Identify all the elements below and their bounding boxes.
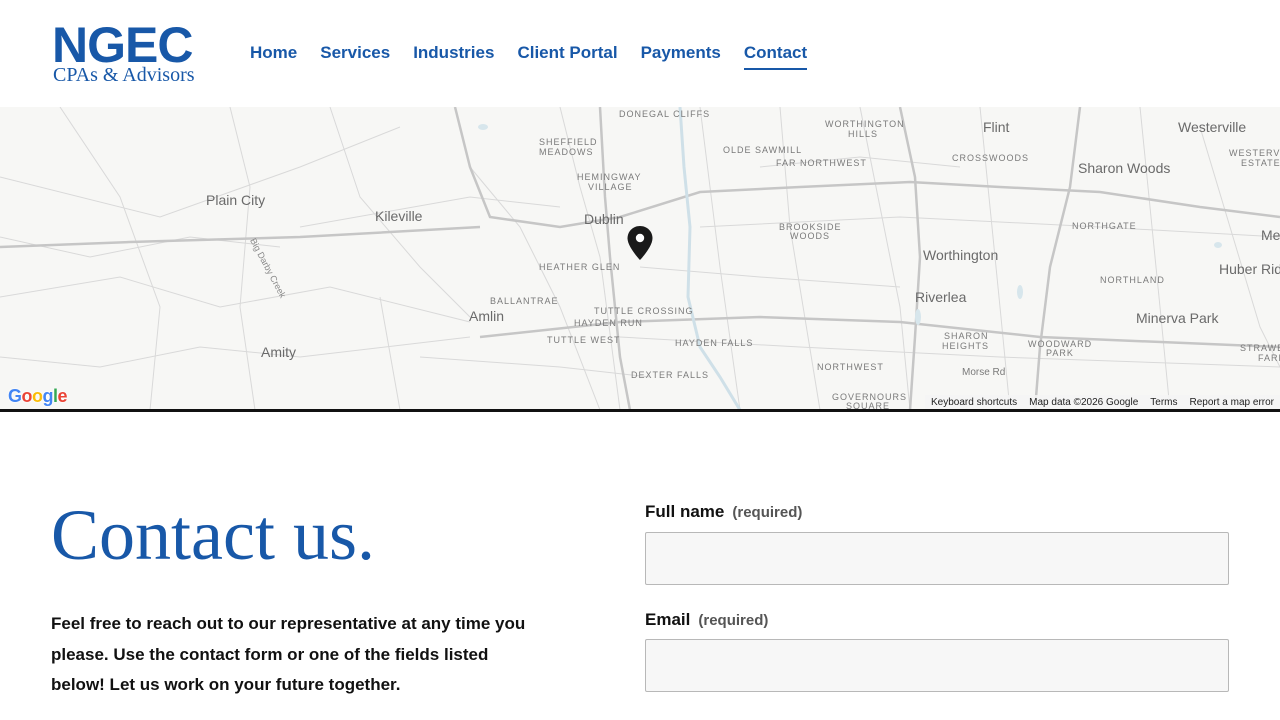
map-label-woodward-park-2: PARK (1046, 348, 1074, 358)
map-label-tuttle-west: TUTTLE WEST (547, 335, 621, 345)
map-label-northwest: NORTHWEST (817, 362, 884, 372)
full-name-input[interactable] (645, 532, 1229, 585)
map-label-donegal-cliffs: DONEGAL CLIFFS (619, 109, 711, 119)
map-label-northland: NORTHLAND (1100, 275, 1165, 285)
map-label-northgate: NORTHGATE (1072, 221, 1137, 231)
map-label-sheffield: SHEFFIELD (539, 137, 598, 147)
map-label-me: Me (1261, 227, 1280, 243)
logo-wordmark: NGEC (52, 17, 193, 73)
map-label-amity: Amity (261, 344, 296, 360)
map-label-village: VILLAGE (588, 182, 633, 192)
map-label-kileville: Kileville (375, 208, 423, 224)
email-label-text: Email (645, 610, 691, 629)
intro-text: Feel free to reach out to our representa… (51, 614, 526, 694)
map-label-dublin: Dublin (584, 211, 624, 227)
main-nav: Home Services Industries Client Portal P… (250, 42, 830, 70)
email-label: Email (required) (645, 609, 768, 632)
keyboard-shortcuts-link[interactable]: Keyboard shortcuts (931, 397, 1017, 408)
map-label-worthington-hills-1: WORTHINGTON (825, 119, 905, 129)
map-label-sharon-heights-2: HEIGHTS (942, 341, 990, 351)
map-label-riverlea: Riverlea (915, 289, 967, 305)
logo-tagline: CPAs & Advisors (53, 64, 195, 86)
map-pin-icon[interactable] (626, 225, 654, 261)
map-label-woods: WOODS (790, 231, 830, 241)
map-label-flint: Flint (983, 119, 1010, 135)
nav-contact[interactable]: Contact (743, 42, 808, 70)
map-label-olde-sawmill: OLDE SAWMILL (723, 145, 803, 155)
report-map-error-link[interactable]: Report a map error (1190, 397, 1274, 408)
map-label-westerville-estates-1: WESTERVI (1229, 148, 1280, 158)
map-label-huber-ridge: Huber Rid (1219, 261, 1280, 277)
map-label-worthington-hills-2: HILLS (848, 129, 879, 139)
nav-home[interactable]: Home (250, 42, 297, 70)
map-label-hayden-run: HAYDEN RUN (574, 318, 643, 328)
nav-payments[interactable]: Payments (641, 42, 721, 70)
location-map[interactable]: Plain City Kileville Dublin Amlin Amity … (0, 107, 1280, 410)
map-label-heather-glen: HEATHER GLEN (539, 262, 621, 272)
map-label-westerville-estates-2: ESTATE (1241, 158, 1280, 168)
email-required-note: (required) (698, 612, 769, 629)
map-label-strawberry-1: STRAWE (1240, 343, 1280, 353)
map-data-credit: Map data ©2026 Google (1029, 397, 1139, 408)
google-logo[interactable]: Google (8, 386, 68, 406)
map-label-tuttle-crossing: TUTTLE CROSSING (594, 306, 694, 316)
map-label-westerville: Westerville (1178, 119, 1247, 135)
map-label-sharon-heights-1: SHARON (944, 331, 989, 341)
map-divider (0, 409, 1280, 412)
terms-link[interactable]: Terms (1150, 397, 1177, 408)
map-label-far-northwest: FAR NORTHWEST (776, 158, 867, 168)
map-label-plain-city: Plain City (206, 192, 266, 208)
nav-industries[interactable]: Industries (413, 42, 494, 70)
ngec-logo[interactable]: NGEC CPAs & Advisors (52, 20, 212, 86)
page-title: Contact us. (51, 495, 375, 575)
nav-client-portal[interactable]: Client Portal (517, 42, 617, 70)
map-attribution-bar: Keyboard shortcuts Map data ©2026 Google… (924, 395, 1280, 410)
map-label-strawberry-2: FARM (1258, 353, 1280, 363)
map-label-hemingway: HEMINGWAY (577, 172, 642, 182)
full-name-required-note: (required) (732, 504, 803, 521)
map-label-dexter-falls: DEXTER FALLS (631, 370, 710, 380)
map-label-sharon-woods: Sharon Woods (1078, 160, 1171, 176)
full-name-label-text: Full name (645, 502, 725, 521)
map-label-meadows: MEADOWS (539, 147, 594, 157)
site-header: NGEC CPAs & Advisors Home Services Indus… (0, 0, 1280, 107)
nav-services[interactable]: Services (320, 42, 390, 70)
map-label-morse-rd: Morse Rd (962, 367, 1006, 378)
full-name-label: Full name (required) (645, 501, 802, 524)
map-label-hayden-falls: HAYDEN FALLS (675, 338, 754, 348)
map-label-worthington: Worthington (923, 247, 999, 263)
map-label-amlin: Amlin (469, 308, 505, 324)
email-input[interactable] (645, 639, 1229, 692)
map-label-crosswoods: CROSSWOODS (952, 153, 1030, 163)
map-label-ballantrae: BALLANTRAE (490, 296, 559, 306)
map-label-minerva-park: Minerva Park (1136, 310, 1219, 326)
